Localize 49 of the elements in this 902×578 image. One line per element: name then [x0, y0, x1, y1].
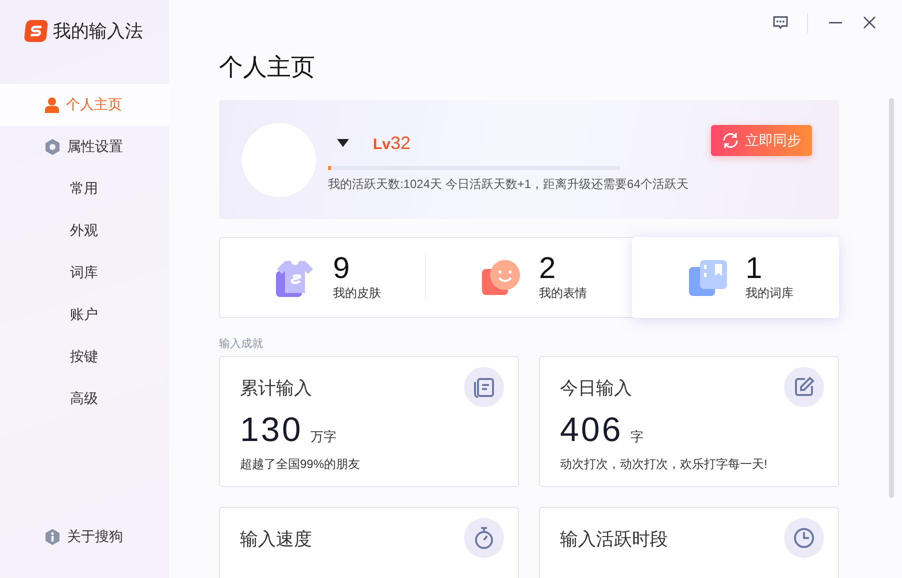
person-icon	[45, 97, 59, 113]
stopwatch-icon	[464, 518, 504, 558]
unit-label: 字	[630, 428, 644, 446]
scrollbar[interactable]	[889, 98, 894, 498]
stat-label: 我的皮肤	[333, 285, 381, 302]
sync-icon	[722, 132, 739, 149]
stat-tile[interactable]: 1 我的词库	[632, 237, 839, 318]
chat-bubble-icon	[772, 16, 788, 30]
stat-tile[interactable]: 9 我的皮肤	[220, 238, 426, 317]
card-note: 动次打次，动次打次，欢乐打字每一天!	[560, 456, 768, 473]
section-title: 输入成就	[219, 337, 264, 349]
app-title: 我的输入法	[53, 20, 143, 43]
stat-value: 406	[560, 411, 623, 450]
about-link[interactable]: 关于搜狗	[0, 527, 169, 547]
page-title: 个人主页	[219, 53, 316, 83]
info-icon	[45, 529, 60, 545]
edit-icon	[784, 367, 824, 407]
sidebar-item[interactable]: 属性设置	[0, 126, 169, 168]
card-title: 输入速度	[240, 528, 312, 551]
sidebar-item[interactable]: 账户	[0, 294, 169, 336]
logo-icon	[24, 20, 48, 42]
active-days-text: 我的活跃天数:1024天 今日活跃天数+1，距离升级还需要64个活跃天	[328, 176, 690, 193]
clock-icon	[784, 518, 824, 558]
card-title: 今日输入	[560, 377, 632, 400]
dropdown-caret-icon[interactable]	[337, 139, 349, 147]
tshirt-icon	[275, 258, 315, 296]
sidebar-item[interactable]: 按键	[0, 336, 169, 378]
book-icon	[688, 258, 728, 296]
smiley-face-icon	[481, 258, 521, 296]
hexagon-icon	[45, 139, 60, 155]
sidebar-item[interactable]: 常用	[0, 168, 169, 210]
close-icon	[862, 16, 876, 29]
level-text: Lv32	[373, 132, 411, 154]
stat-label: 我的表情	[539, 285, 587, 302]
unit-label: 万字	[310, 428, 337, 446]
sidebar-item[interactable]: 词库	[0, 252, 169, 294]
stat-count: 1	[746, 253, 764, 285]
card-title: 累计输入	[240, 377, 312, 400]
sidebar-item[interactable]: 高级	[0, 378, 169, 420]
stat-value: 130	[240, 411, 303, 450]
document-icon	[464, 367, 504, 407]
stat-count: 9	[333, 253, 351, 285]
minimize-icon	[828, 22, 842, 24]
stat-tile[interactable]: 2 我的表情	[426, 238, 632, 317]
sidebar-item[interactable]: 外观	[0, 210, 169, 252]
card-note: 超越了全国99%的朋友	[240, 456, 362, 473]
stat-label: 我的词库	[746, 285, 794, 302]
card-title: 输入活跃时段	[560, 528, 668, 551]
stat-count: 2	[539, 253, 557, 285]
